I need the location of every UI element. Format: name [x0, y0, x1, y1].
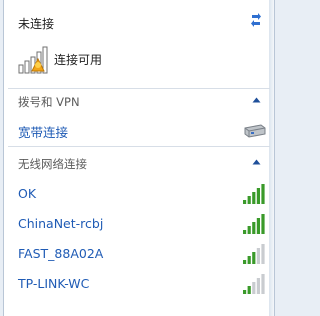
available-label: 连接可用	[54, 53, 103, 67]
signal-bar	[247, 286, 251, 294]
signal-bar	[261, 214, 265, 234]
signal-bar	[256, 248, 260, 264]
network-name: FAST_88A02A	[18, 246, 104, 261]
signal-bar	[243, 200, 247, 204]
network-item-ok[interactable]: OK	[4, 180, 274, 208]
network-name: OK	[18, 186, 37, 201]
signal-bar	[247, 226, 251, 234]
divider	[8, 146, 270, 147]
wifi-signal-icon	[243, 274, 265, 294]
signal-bar	[252, 192, 256, 204]
signal-bar	[261, 274, 265, 294]
chevron-up-icon[interactable]	[252, 158, 261, 166]
network-item-fast[interactable]: FAST_88A02A	[4, 240, 274, 268]
broadband-drive-icon	[244, 124, 266, 138]
signal-bar	[252, 222, 256, 234]
network-item-tplink[interactable]: TP-LINK-WC	[4, 270, 274, 298]
wireless-section-title: 无线网络连接	[18, 157, 87, 171]
network-flyout: 未连接 连接可用 拨号和 VPN 宽带连接 无线网络连接 OK ChinaNet…	[3, 0, 275, 316]
list-item-broadband[interactable]: 宽带连接	[4, 116, 274, 144]
signal-bar	[243, 230, 247, 234]
signal-bar	[261, 184, 265, 204]
signal-bar	[247, 256, 251, 264]
signal-bar	[247, 196, 251, 204]
status-title: 未连接	[18, 17, 55, 31]
signal-bar	[256, 218, 260, 234]
signal-bar	[256, 188, 260, 204]
network-item-chinanet[interactable]: ChinaNet-rcbj	[4, 210, 274, 238]
network-available-icon	[18, 46, 48, 74]
signal-bar	[252, 252, 256, 264]
network-name: TP-LINK-WC	[18, 276, 90, 291]
broadband-label: 宽带连接	[18, 125, 69, 140]
signal-bar	[252, 282, 256, 294]
signal-bar	[243, 260, 247, 264]
signal-bar	[261, 244, 265, 264]
network-name: ChinaNet-rcbj	[18, 216, 104, 231]
wifi-signal-icon	[243, 184, 265, 204]
wifi-signal-icon	[243, 244, 265, 264]
signal-bar	[243, 290, 247, 294]
connection-status: 未连接 连接可用	[4, 0, 274, 90]
signal-bar	[256, 278, 260, 294]
wireless-section-header[interactable]: 无线网络连接	[4, 150, 274, 176]
wifi-signal-icon	[243, 214, 265, 234]
refresh-icon[interactable]	[248, 12, 264, 28]
dialup-section-title: 拨号和 VPN	[18, 95, 80, 109]
chevron-up-icon[interactable]	[252, 96, 261, 104]
dialup-section-header[interactable]: 拨号和 VPN	[4, 88, 274, 114]
